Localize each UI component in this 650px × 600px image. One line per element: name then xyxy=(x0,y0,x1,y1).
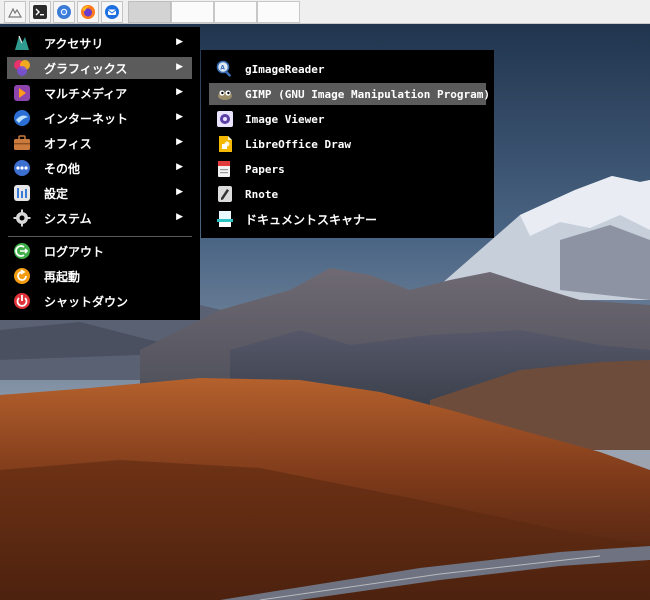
gimagereader-icon: A xyxy=(216,60,234,78)
terminal-icon xyxy=(33,5,47,19)
settings-icon xyxy=(12,183,32,203)
submenu-item-label: Papers xyxy=(245,162,285,176)
application-menu: アクセサリ ▶ グラフィックス ▶ マルチメディア ▶ インターネット ▶ オフ… xyxy=(0,27,200,320)
menu-item-label: その他 xyxy=(44,161,81,176)
menu-item-settings[interactable]: 設定 ▶ xyxy=(7,182,192,204)
submenu-item-label: LibreOffice Draw xyxy=(245,137,351,151)
submenu-item-label: Rnote xyxy=(245,187,279,201)
submenu-item-label: GIMP (GNU Image Manipulation Program) xyxy=(245,87,491,101)
chromium-icon xyxy=(57,5,71,19)
taskbar-window-button-2[interactable] xyxy=(171,1,214,23)
papers-icon xyxy=(216,160,234,178)
menu-item-office[interactable]: オフィス ▶ xyxy=(7,132,192,154)
menu-item-label: 再起動 xyxy=(44,269,81,284)
system-icon xyxy=(12,208,32,228)
submenu-item-label: ドキュメントスキャナー xyxy=(245,212,378,227)
submenu-item-gimp[interactable]: GIMP (GNU Image Manipulation Program) xyxy=(209,83,490,105)
submenu-item-label: Image Viewer xyxy=(245,112,325,126)
taskbar-window-button-1[interactable] xyxy=(128,1,171,23)
menu-item-multimedia[interactable]: マルチメディア ▶ xyxy=(7,82,192,104)
menu-item-system[interactable]: システム ▶ xyxy=(7,207,192,229)
thunderbird-launcher[interactable] xyxy=(101,1,123,23)
menu-item-internet[interactable]: インターネット ▶ xyxy=(7,107,192,129)
menu-separator xyxy=(8,236,192,237)
menu-item-logout[interactable]: ログアウト xyxy=(7,240,192,262)
submenu-arrow-icon: ▶ xyxy=(176,112,183,122)
svg-text:A: A xyxy=(220,65,225,72)
graphics-icon xyxy=(12,58,32,78)
shutdown-icon xyxy=(12,291,32,311)
submenu-item-libreoffice-draw[interactable]: LibreOffice Draw xyxy=(209,133,486,155)
firefox-icon xyxy=(81,5,95,19)
menu-item-label: システム xyxy=(44,211,92,226)
submenu-item-image-viewer[interactable]: Image Viewer xyxy=(209,108,486,130)
accessories-icon xyxy=(12,33,32,53)
submenu-item-rnote[interactable]: Rnote xyxy=(209,183,486,205)
menu-item-label: マルチメディア xyxy=(44,86,128,101)
submenu-item-document-scanner[interactable]: ドキュメントスキャナー xyxy=(209,208,486,230)
menu-item-label: グラフィックス xyxy=(44,61,128,76)
taskbar-window-button-3[interactable] xyxy=(214,1,257,23)
menu-item-label: アクセサリ xyxy=(44,36,104,51)
taskbar xyxy=(0,0,650,24)
menu-item-label: ログアウト xyxy=(44,244,105,259)
menu-item-accessories[interactable]: アクセサリ ▶ xyxy=(7,32,192,54)
submenu-arrow-icon: ▶ xyxy=(176,137,183,147)
menu-item-reboot[interactable]: 再起動 xyxy=(7,265,192,287)
menu-item-label: インターネット xyxy=(44,111,129,126)
chromium-launcher[interactable] xyxy=(53,1,75,23)
office-icon xyxy=(12,133,32,153)
internet-icon xyxy=(12,108,32,128)
submenu-item-gimagereader[interactable]: A gImageReader xyxy=(209,58,486,80)
menu-item-label: シャットダウン xyxy=(44,294,129,309)
logout-icon xyxy=(12,241,32,261)
document-scanner-icon xyxy=(216,210,234,228)
submenu-arrow-icon: ▶ xyxy=(176,187,183,197)
submenu-arrow-icon: ▶ xyxy=(176,212,183,222)
menu-item-other[interactable]: その他 ▶ xyxy=(7,157,192,179)
terminal-launcher[interactable] xyxy=(29,1,51,23)
thunderbird-icon xyxy=(105,5,119,19)
menu-item-label: 設定 xyxy=(44,186,69,201)
submenu-arrow-icon: ▶ xyxy=(176,62,183,72)
firefox-launcher[interactable] xyxy=(77,1,99,23)
menu-item-shutdown[interactable]: シャットダウン xyxy=(7,290,192,312)
submenu-item-papers[interactable]: Papers xyxy=(209,158,486,180)
submenu-arrow-icon: ▶ xyxy=(176,162,183,172)
reboot-icon xyxy=(12,266,32,286)
other-icon xyxy=(12,158,32,178)
libreoffice-draw-icon xyxy=(216,135,234,153)
rnote-icon xyxy=(216,185,234,203)
app-menu-button[interactable] xyxy=(4,1,26,23)
menu-item-label: オフィス xyxy=(44,136,92,151)
multimedia-icon xyxy=(12,83,32,103)
gimp-icon xyxy=(216,85,234,103)
menu-item-graphics[interactable]: グラフィックス ▶ xyxy=(7,57,192,79)
submenu-arrow-icon: ▶ xyxy=(176,37,183,47)
taskbar-window-button-4[interactable] xyxy=(257,1,300,23)
graphics-submenu: A gImageReader GIMP (GNU Image Manipulat… xyxy=(201,50,494,238)
submenu-arrow-icon: ▶ xyxy=(176,87,183,97)
submenu-item-label: gImageReader xyxy=(245,62,325,76)
app-menu-icon xyxy=(8,7,23,18)
image-viewer-icon xyxy=(216,110,234,128)
